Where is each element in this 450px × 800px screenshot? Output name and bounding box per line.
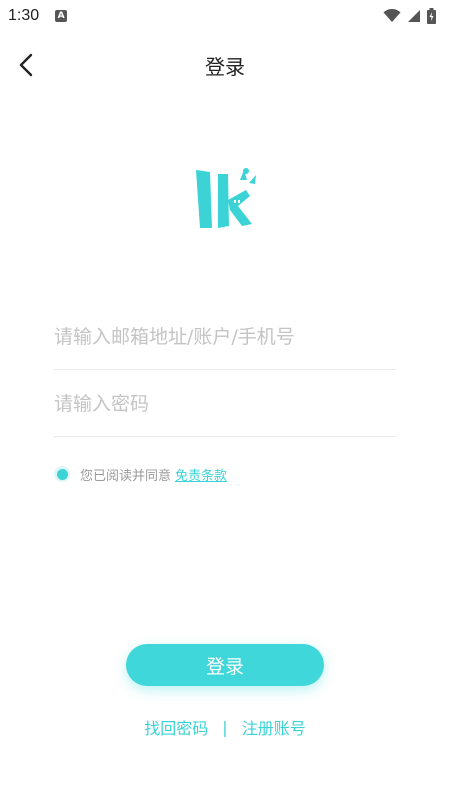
title-bar: 登录 — [0, 40, 450, 90]
account-input[interactable] — [54, 304, 396, 369]
status-time: 1:30 — [8, 7, 40, 24]
forgot-password-link[interactable]: 找回密码 — [144, 715, 208, 739]
agreement-row: 您已阅读并同意 免责条款 — [54, 462, 227, 486]
signal-icon — [408, 10, 420, 22]
password-field — [54, 371, 396, 437]
register-link[interactable]: 注册账号 — [242, 715, 306, 739]
back-button[interactable] — [10, 48, 44, 82]
page-title: 登录 — [205, 54, 245, 79]
notification-letter: A — [57, 11, 65, 21]
bottom-links: 找回密码 | 注册账号 — [0, 714, 450, 740]
agreement-check-dot — [56, 468, 68, 480]
notification-icon: A — [55, 10, 68, 22]
account-field — [54, 304, 396, 370]
wifi-icon — [383, 9, 401, 22]
agreement-text: 您已阅读并同意 — [80, 468, 172, 484]
status-icons — [383, 8, 436, 24]
status-bar: 1:30 A — [0, 0, 450, 32]
agreement-checkbox[interactable] — [54, 466, 70, 482]
password-input[interactable] — [54, 371, 396, 436]
login-screen: 1:30 A 登录 请输入邮箱地址/账户/手机号 您已阅读并同意 免责条款 登录… — [0, 0, 450, 800]
link-separator: | — [222, 717, 228, 737]
battery-charging-icon — [427, 8, 436, 24]
chevron-left-icon — [19, 53, 33, 77]
lk-logo — [196, 168, 256, 228]
login-button[interactable]: 登录 — [126, 644, 324, 686]
disclaimer-link[interactable]: 免责条款 — [175, 465, 227, 484]
